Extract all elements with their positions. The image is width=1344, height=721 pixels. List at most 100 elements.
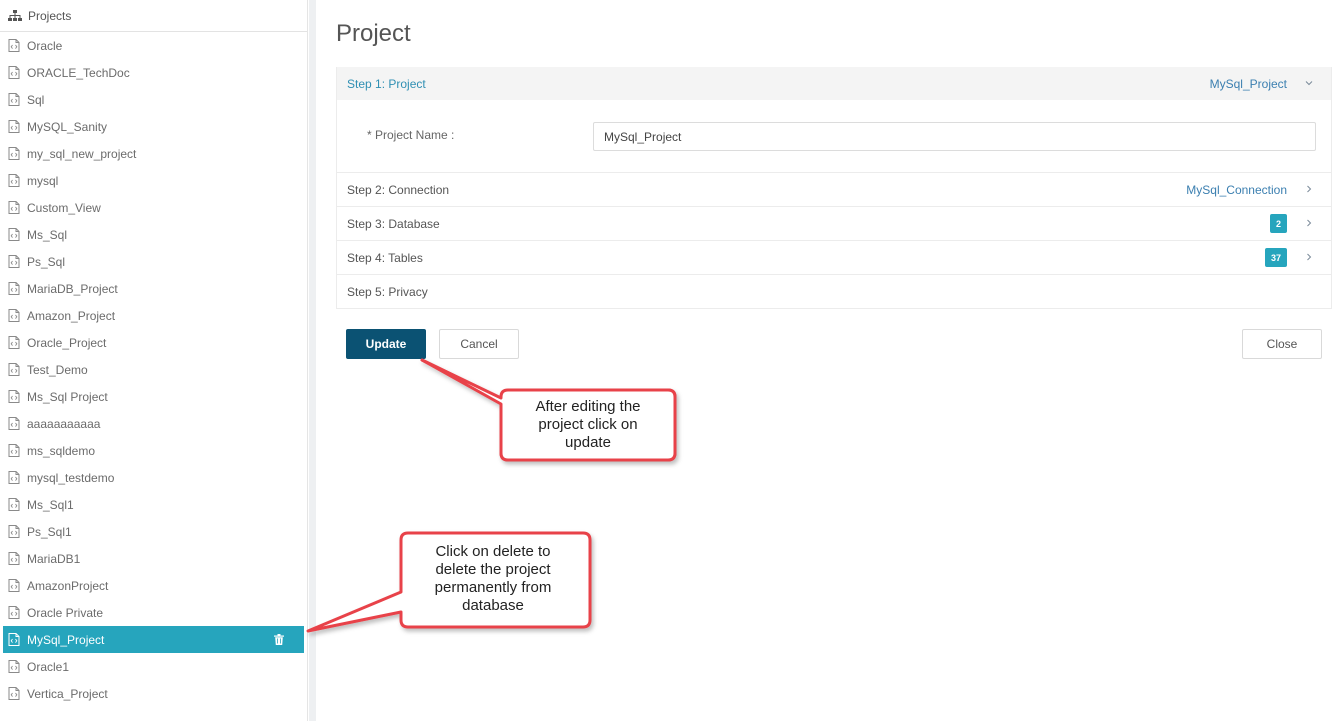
code-file-icon [8,660,20,673]
step-value: MySql_Connection [1186,182,1287,197]
page-title: Project [336,20,411,47]
sidebar-item-project[interactable]: MySQL_Sanity [0,113,307,140]
code-file-icon [8,147,20,160]
sidebar-item-project[interactable]: aaaaaaaaaaa [0,410,307,437]
step-label: Step 3: Database [347,216,440,231]
sitemap-icon [8,9,22,21]
sidebar-item-label: Ms_Sql1 [27,497,74,512]
update-callout-text: After editing the project click on updat… [535,398,641,451]
cancel-button[interactable]: Cancel [439,329,519,359]
sidebar-item-project[interactable]: Test_Demo [0,356,307,383]
step-label: Step 1: Project [347,76,426,91]
chevron-down-icon [1305,81,1313,86]
code-file-icon [8,498,20,511]
step-database[interactable]: Step 3: Database 2 [337,206,1331,240]
sidebar-item-label: aaaaaaaaaaa [27,416,101,431]
sidebar-item-project[interactable]: Ms_Sql1 [0,491,307,518]
project-sidebar: Projects Oracle ORACLE_TechDoc Sql MySQL_Sa… [0,0,308,721]
sidebar-item-project[interactable]: ms_sqldemo [0,437,307,464]
sidebar-item-project[interactable]: Oracle_Project [0,329,307,356]
sidebar-item-project[interactable]: MariaDB1 [0,545,307,572]
sidebar-item-project[interactable]: Custom_View [0,194,307,221]
step-accordion: Step 1: Project MySql_Project * Project … [336,67,1332,309]
sidebar-item-label: MySql_Project [27,632,105,647]
sidebar-item-label: Oracle Private [27,605,104,620]
code-file-icon [8,336,20,349]
step-value: MySql_Project [1209,76,1287,91]
chevron-right-icon [1307,253,1312,261]
project-name-input[interactable] [593,122,1316,151]
code-file-icon [8,579,20,592]
sidebar-item-label: Ps_Sql1 [27,524,72,539]
code-file-icon [8,552,20,565]
sidebar-item-label: ms_sqldemo [27,443,96,458]
code-file-icon [8,255,20,268]
sidebar-item-project[interactable]: Vertica_Project [0,680,307,707]
sidebar-item-project[interactable]: mysql_testdemo [0,464,307,491]
sidebar-item-label: Sql [27,92,45,107]
step-label: Step 4: Tables [347,250,423,265]
project-list: Oracle ORACLE_TechDoc Sql MySQL_Sanity my_sq… [0,32,307,707]
sidebar-item-label: my_sql_new_project [27,146,137,161]
sidebar-item-label: ORACLE_TechDoc [27,65,130,80]
sidebar-item-project[interactable]: Ps_Sql [0,248,307,275]
step-label: Step 5: Privacy [347,284,428,299]
code-file-icon [8,66,20,79]
code-file-icon [8,120,20,133]
sidebar-item-project[interactable]: Ps_Sql1 [0,518,307,545]
update-button[interactable]: Update [346,329,426,359]
sidebar-item-label: Oracle [27,38,63,53]
step-connection[interactable]: Step 2: Connection MySql_Connection [337,172,1331,206]
step-privacy[interactable]: Step 5: Privacy [337,274,1331,308]
sidebar-scrollbar[interactable] [309,0,316,721]
step-project-body: * Project Name : [337,100,1331,172]
sidebar-item-label: MySQL_Sanity [27,119,108,134]
code-file-icon [8,93,20,106]
trash-icon[interactable] [274,634,284,645]
sidebar-item-label: Vertica_Project [27,686,108,701]
sidebar-item-project[interactable]: Amazon_Project [0,302,307,329]
sidebar-item-label: Ms_Sql [27,227,68,242]
code-file-icon [8,201,20,214]
code-file-icon [8,39,20,52]
sidebar-item-project[interactable]: Oracle Private [0,599,307,626]
sidebar-item-project[interactable]: mysql [0,167,307,194]
code-file-icon [8,174,20,187]
sidebar-item-label: Ms_Sql Project [27,389,108,404]
sidebar-header-label: Projects [28,8,72,23]
sidebar-item-label: mysql [27,173,59,188]
sidebar-item-project[interactable]: ORACLE_TechDoc [0,59,307,86]
chevron-right-icon [1307,185,1312,193]
sidebar-header: Projects [0,0,307,32]
sidebar-item-project[interactable]: AmazonProject [0,572,307,599]
close-button[interactable]: Close [1242,329,1322,359]
code-file-icon [8,309,20,322]
sidebar-item-label: Test_Demo [27,362,88,377]
sidebar-item-project[interactable]: Oracle1 [0,653,307,680]
step-label: Step 2: Connection [347,182,450,197]
sidebar-item-project[interactable]: Oracle [0,32,307,59]
sidebar-item-project[interactable]: my_sql_new_project [0,140,307,167]
code-file-icon [8,606,20,619]
sidebar-item-label: Custom_View [27,200,101,215]
sidebar-item-project[interactable]: MySql_Project [3,626,304,653]
sidebar-item-project[interactable]: MariaDB_Project [0,275,307,302]
sidebar-item-label: Ps_Sql [27,254,66,269]
sidebar-item-project[interactable]: Ms_Sql [0,221,307,248]
code-file-icon [8,282,20,295]
step-tables[interactable]: Step 4: Tables 37 [337,240,1331,274]
sidebar-item-label: MariaDB1 [27,551,81,566]
sidebar-item-label: AmazonProject [27,578,109,593]
code-file-icon [8,471,20,484]
sidebar-item-project[interactable]: Sql [0,86,307,113]
code-file-icon [8,363,20,376]
count-badge: 37 [1265,248,1287,267]
sidebar-item-label: Oracle_Project [27,335,107,350]
code-file-icon [8,687,20,700]
sidebar-item-label: Amazon_Project [27,308,116,323]
step-project-header[interactable]: Step 1: Project MySql_Project [337,67,1331,100]
code-file-icon [8,228,20,241]
sidebar-item-project[interactable]: Ms_Sql Project [0,383,307,410]
project-name-label: * Project Name : [367,128,455,142]
sidebar-item-label: MariaDB_Project [27,281,118,296]
